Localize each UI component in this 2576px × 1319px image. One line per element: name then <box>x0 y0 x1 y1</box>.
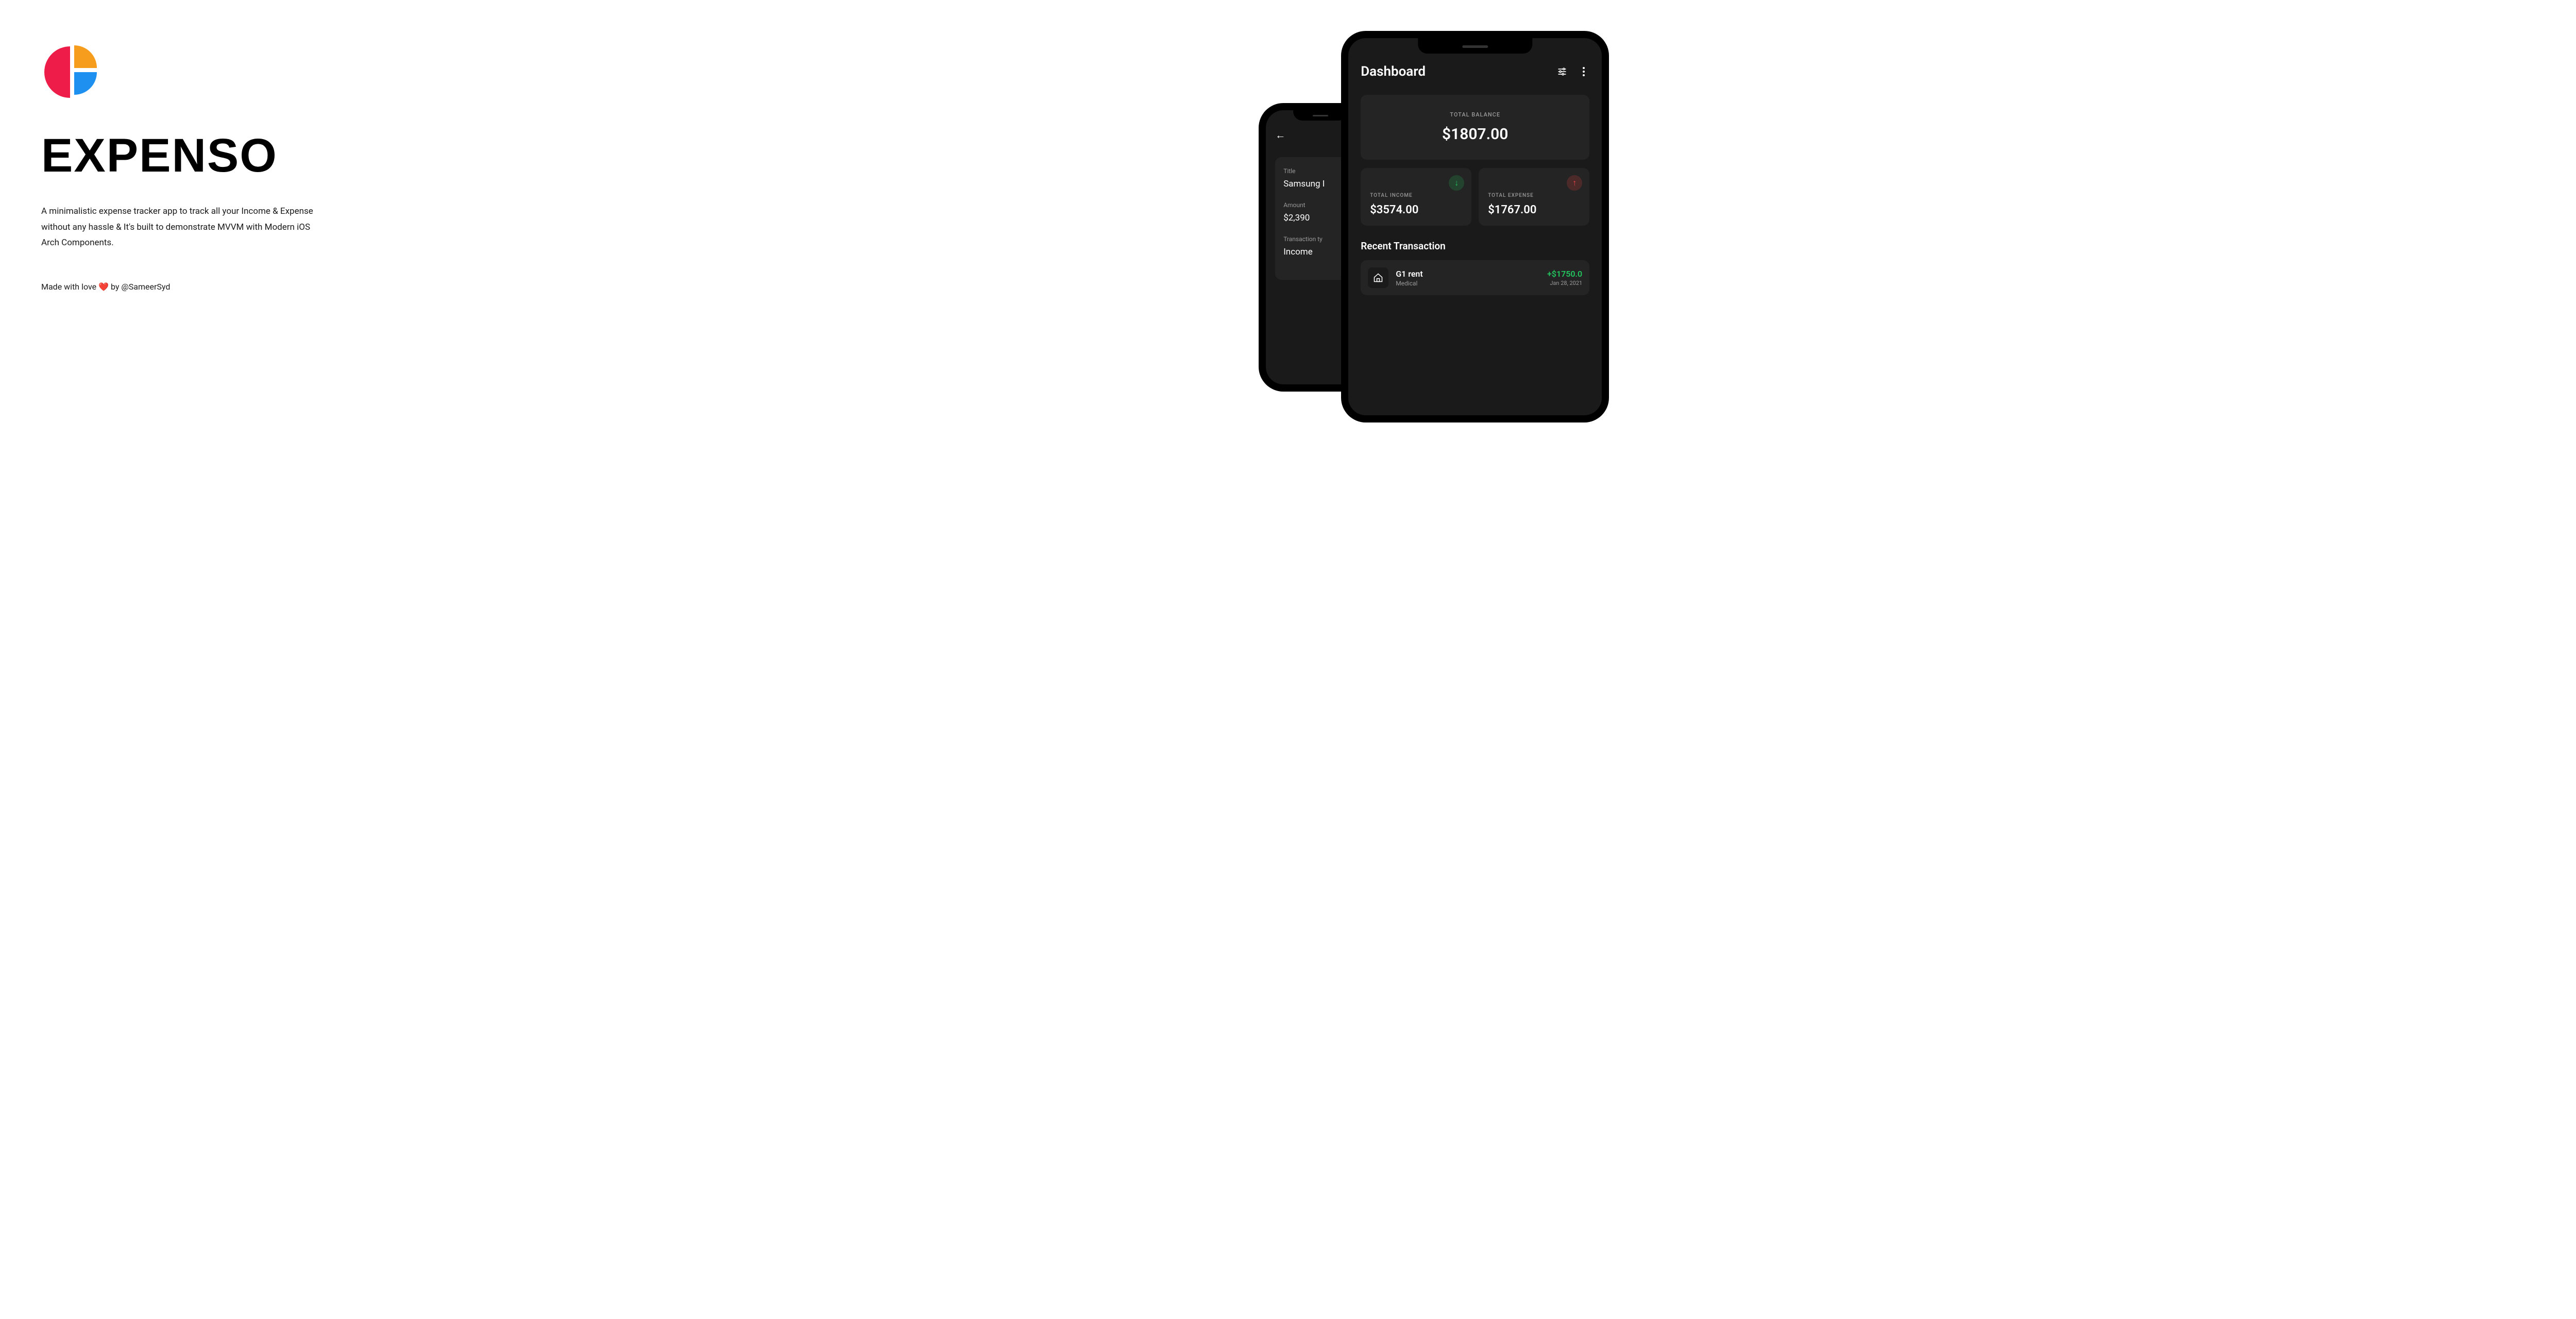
income-arrow-icon: ↓ <box>1449 175 1464 191</box>
credit-line: Made with love ❤️ by @SameerSyd <box>41 282 1238 292</box>
phone-mockup-front: Dashboard <box>1341 31 1609 422</box>
home-icon <box>1368 267 1388 288</box>
expense-card: ↑ TOTAL EXPENSE $1767.00 <box>1479 168 1589 226</box>
transaction-name: G1 rent <box>1396 269 1540 279</box>
credit-suffix: by @SameerSyd <box>109 282 170 292</box>
transaction-category: Medical <box>1396 280 1540 287</box>
filter-icon[interactable] <box>1556 66 1568 77</box>
transaction-amount: +$1750.0 <box>1547 269 1582 279</box>
income-label: TOTAL INCOME <box>1370 193 1462 198</box>
credit-prefix: Made with love <box>41 282 98 292</box>
menu-dots-icon[interactable] <box>1578 66 1589 77</box>
expense-arrow-icon: ↑ <box>1567 175 1582 191</box>
balance-card: TOTAL BALANCE $1807.00 <box>1361 95 1589 160</box>
marketing-panel: EXPENSO A minimalistic expense tracker a… <box>41 31 1238 1319</box>
page-title: Dashboard <box>1361 64 1426 79</box>
transaction-row[interactable]: G1 rent Medical +$1750.0 Jan 28, 2021 <box>1361 260 1589 295</box>
app-description: A minimalistic expense tracker app to tr… <box>41 204 330 251</box>
transaction-date: Jan 28, 2021 <box>1547 280 1582 286</box>
balance-value: $1807.00 <box>1377 125 1573 143</box>
logo-pie-icon <box>41 41 103 103</box>
expense-label: TOTAL EXPENSE <box>1488 193 1580 198</box>
expense-value: $1767.00 <box>1488 204 1580 216</box>
income-card: ↓ TOTAL INCOME $3574.00 <box>1361 168 1471 226</box>
balance-label: TOTAL BALANCE <box>1377 111 1573 118</box>
mockup-area: ← Title Samsung I Amount $2,390 Transact… <box>1259 31 2535 1319</box>
recent-section-title: Recent Transaction <box>1361 240 1589 252</box>
income-value: $3574.00 <box>1370 204 1462 216</box>
app-title: EXPENSO <box>41 129 1238 183</box>
heart-icon: ❤️ <box>98 282 109 292</box>
